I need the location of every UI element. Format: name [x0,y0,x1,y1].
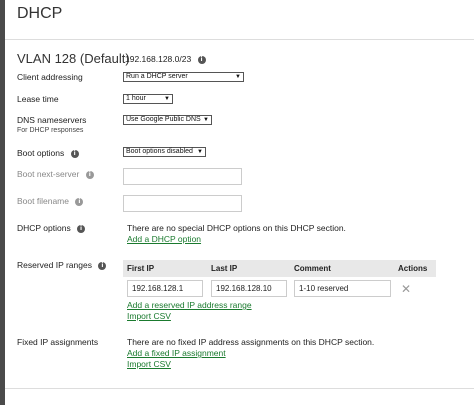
dhcp-options-text: DHCP options [17,223,71,233]
boot-options-text: Boot options [17,148,65,158]
info-icon[interactable]: i [98,261,107,270]
fixed-assignments-label: Fixed IP assignments [17,337,99,347]
section-title: VLAN 128 (Default) [17,51,130,66]
boot-next-server-text: Boot next-server [17,169,80,179]
dns-select[interactable]: Use Google Public DNS ▼ [123,115,212,125]
boot-options-value: Boot options disabled [126,148,193,155]
chevron-down-icon: ▼ [164,96,170,102]
boot-options-select[interactable]: Boot options disabled ▼ [123,147,206,157]
column-header-comment: Comment [290,260,395,277]
info-icon[interactable]: i [77,224,86,233]
fixed-import-csv-link[interactable]: Import CSV [127,359,171,369]
lease-time-select[interactable]: 1 hour ▼ [123,94,173,104]
dhcp-options-label: DHCP options i [17,223,86,233]
last-ip-input[interactable]: 192.168.128.10 [211,280,287,297]
chevron-down-icon: ▼ [197,149,203,155]
client-addressing-select[interactable]: Run a DHCP server ▼ [123,72,244,82]
add-dhcp-option-link[interactable]: Add a DHCP option [127,234,201,244]
dns-value: Use Google Public DNS [126,116,201,123]
reserved-ranges-text: Reserved IP ranges [17,260,92,270]
lease-time-label: Lease time [17,94,59,104]
boot-next-server-label: Boot next-server i [17,169,94,179]
info-icon[interactable]: i [197,55,206,64]
subnet-line: 192.168.128.0/23 i [125,54,206,64]
first-ip-input[interactable]: 192.168.128.1 [127,280,203,297]
dns-label: DNS nameservers [17,115,87,125]
add-reserved-range-link[interactable]: Add a reserved IP address range [127,300,252,310]
divider [5,388,474,389]
chevron-down-icon: ▼ [203,117,209,123]
info-icon[interactable]: i [85,170,94,179]
subnet-value: 192.168.128.0/23 [125,54,192,64]
boot-filename-label: Boot filename i [17,196,84,206]
comment-input[interactable]: 1-10 reserved [294,280,391,297]
column-header-actions: Actions [394,260,436,277]
dns-sublabel: For DHCP responses [17,127,84,134]
page-header: DHCP [5,0,474,40]
info-icon[interactable]: i [75,197,84,206]
client-addressing-value: Run a DHCP server [126,73,188,80]
dhcp-options-message: There are no special DHCP options on thi… [127,223,346,233]
info-icon[interactable]: i [70,149,79,158]
boot-next-server-input[interactable] [123,168,242,185]
close-icon[interactable]: ✕ [401,282,411,296]
column-header-first-ip: First IP [123,260,208,277]
reserved-import-csv-link[interactable]: Import CSV [127,311,171,321]
reserved-ranges-label: Reserved IP ranges i [17,260,107,270]
boot-filename-text: Boot filename [17,196,69,206]
add-fixed-assignment-link[interactable]: Add a fixed IP assignment [127,348,226,358]
dhcp-page: DHCP VLAN 128 (Default) 192.168.128.0/23… [5,0,474,405]
page-title: DHCP [17,5,63,22]
client-addressing-label: Client addressing [17,72,83,82]
boot-options-label: Boot options i [17,148,79,158]
column-header-last-ip: Last IP [207,260,291,277]
fixed-assignments-message: There are no fixed IP address assignment… [127,337,375,347]
lease-time-value: 1 hour [126,95,146,102]
boot-filename-input[interactable] [123,195,242,212]
chevron-down-icon: ▼ [235,74,241,80]
